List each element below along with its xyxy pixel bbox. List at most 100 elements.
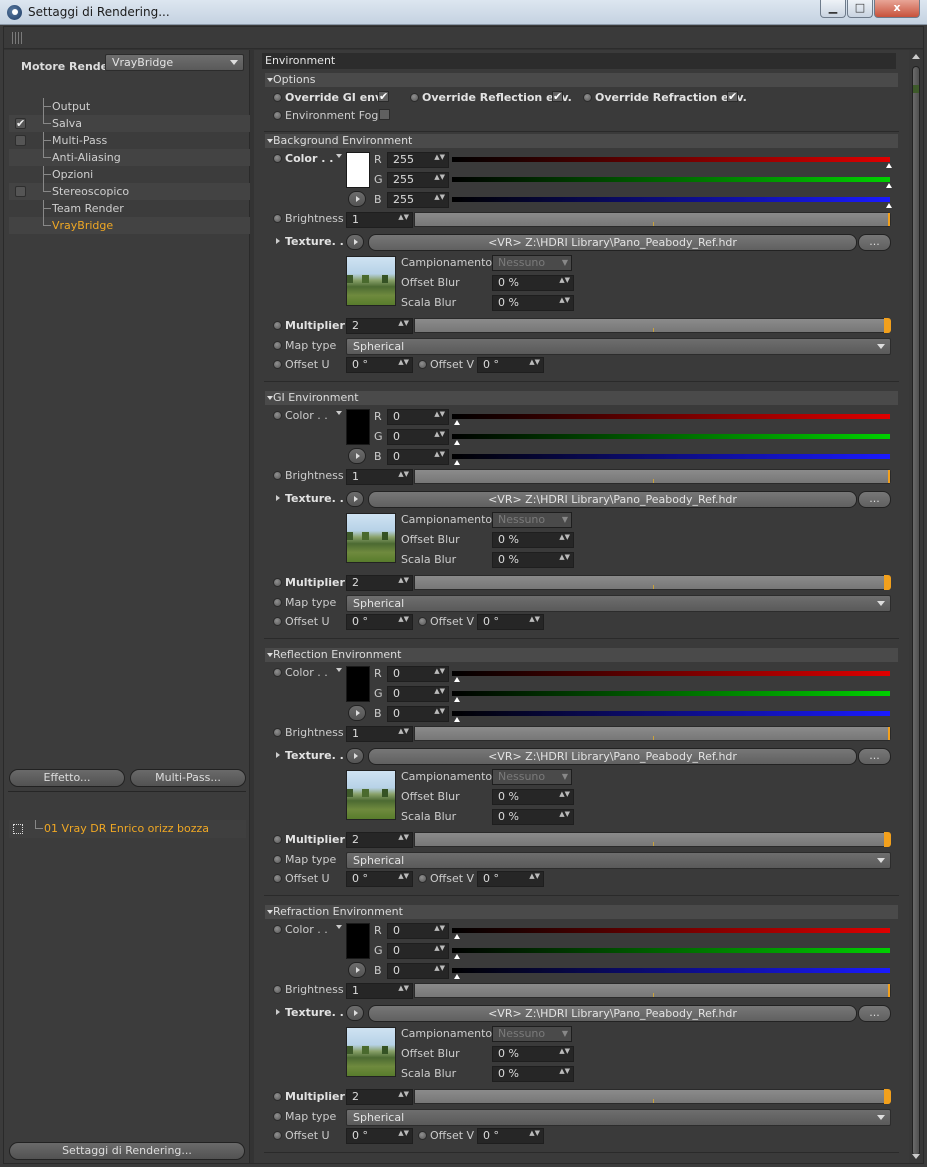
offset-blur-input[interactable]: 0 % ▲▼ <box>492 789 574 805</box>
spinner-arrows-icon[interactable]: ▲▼ <box>398 577 409 584</box>
slider-knob-icon[interactable] <box>886 203 892 208</box>
spinner-arrows-icon[interactable]: ▲▼ <box>398 320 409 327</box>
spinner-arrows-icon[interactable]: ▲▼ <box>559 277 570 284</box>
animation-radio-icon[interactable] <box>418 617 427 626</box>
offset-u-input[interactable]: 0 ° ▲▼ <box>346 357 413 373</box>
color-mode-button[interactable] <box>348 191 366 207</box>
red-input[interactable]: 0 ▲▼ <box>387 923 449 939</box>
enable-checkbox[interactable]: ✔ <box>15 118 26 129</box>
scrollbar-thumb[interactable] <box>912 66 927 1156</box>
spinner-arrows-icon[interactable]: ▲▼ <box>559 554 570 561</box>
vertical-scrollbar[interactable] <box>909 50 927 1163</box>
spinner-arrows-icon[interactable]: ▲▼ <box>398 359 409 366</box>
campionamento-dropdown[interactable]: Nessuno ▼ <box>492 1026 572 1042</box>
offset-u-input[interactable]: 0 ° ▲▼ <box>346 1128 413 1144</box>
brightness-slider[interactable] <box>414 726 891 741</box>
override-gi-checkbox[interactable]: ✔ <box>378 91 389 102</box>
green-slider[interactable] <box>452 691 890 702</box>
scala-blur-input[interactable]: 0 % ▲▼ <box>492 809 574 825</box>
animation-radio-icon[interactable] <box>273 154 282 163</box>
scala-blur-input[interactable]: 0 % ▲▼ <box>492 552 574 568</box>
animation-radio-icon[interactable] <box>273 471 282 480</box>
slider-knob-icon[interactable] <box>454 460 460 465</box>
color-menu-triangle-icon[interactable] <box>336 411 342 415</box>
spinner-arrows-icon[interactable]: ▲▼ <box>434 194 445 201</box>
animation-radio-icon[interactable] <box>273 1131 282 1140</box>
animation-radio-icon[interactable] <box>418 874 427 883</box>
texture-path-button[interactable]: <VR> Z:\HDRI Library\Pano_Peabody_Ref.hd… <box>368 234 857 251</box>
spinner-arrows-icon[interactable]: ▲▼ <box>398 834 409 841</box>
spinner-arrows-icon[interactable]: ▲▼ <box>434 451 445 458</box>
texture-path-button[interactable]: <VR> Z:\HDRI Library\Pano_Peabody_Ref.hd… <box>368 1005 857 1022</box>
green-input[interactable]: 0 ▲▼ <box>387 429 449 445</box>
texture-menu-button[interactable] <box>346 1005 364 1021</box>
override-reflection-checkbox[interactable]: ✔ <box>552 91 563 102</box>
spinner-arrows-icon[interactable]: ▲▼ <box>398 471 409 478</box>
maximize-button[interactable]: □ <box>847 0 873 18</box>
campionamento-dropdown[interactable]: Nessuno ▼ <box>492 769 572 785</box>
section-header[interactable]: Reflection Environment <box>265 648 898 662</box>
animation-radio-icon[interactable] <box>273 925 282 934</box>
expand-triangle-icon[interactable] <box>276 1009 280 1015</box>
tree-item-2[interactable]: Multi-Pass <box>9 132 250 149</box>
campionamento-dropdown[interactable]: Nessuno ▼ <box>492 512 572 528</box>
texture-menu-button[interactable] <box>346 491 364 507</box>
offset-v-input[interactable]: 0 ° ▲▼ <box>477 1128 544 1144</box>
slider-knob-icon[interactable] <box>454 440 460 445</box>
spinner-arrows-icon[interactable]: ▲▼ <box>434 688 445 695</box>
multipass-button[interactable]: Multi-Pass... <box>130 769 246 787</box>
animation-radio-icon[interactable] <box>418 1131 427 1140</box>
override-refraction-checkbox[interactable]: ✔ <box>727 91 738 102</box>
offset-v-input[interactable]: 0 ° ▲▼ <box>477 871 544 887</box>
animation-radio-icon[interactable] <box>273 360 282 369</box>
multiplier-slider[interactable] <box>414 1089 891 1104</box>
multiplier-input[interactable]: 2 ▲▼ <box>346 575 413 591</box>
section-header[interactable]: Refraction Environment <box>265 905 898 919</box>
map-type-dropdown[interactable]: Spherical <box>346 1109 891 1126</box>
scroll-down-arrow-icon[interactable] <box>912 1154 920 1159</box>
tree-item-3[interactable]: Anti-Aliasing <box>9 149 250 166</box>
spinner-arrows-icon[interactable]: ▲▼ <box>529 1130 540 1137</box>
scroll-up-arrow-icon[interactable] <box>912 54 920 59</box>
blue-slider[interactable] <box>452 197 892 208</box>
brightness-slider[interactable] <box>414 469 891 484</box>
browse-button[interactable]: ... <box>858 491 891 508</box>
tree-item-4[interactable]: Opzioni <box>9 166 250 183</box>
spinner-arrows-icon[interactable]: ▲▼ <box>559 811 570 818</box>
color-swatch[interactable] <box>346 666 370 702</box>
slider-knob-icon[interactable] <box>454 697 460 702</box>
red-input[interactable]: 0 ▲▼ <box>387 409 449 425</box>
color-swatch[interactable] <box>346 923 370 959</box>
offset-v-input[interactable]: 0 ° ▲▼ <box>477 357 544 373</box>
animation-radio-icon[interactable] <box>273 617 282 626</box>
animation-radio-icon[interactable] <box>273 321 282 330</box>
spinner-arrows-icon[interactable]: ▲▼ <box>559 534 570 541</box>
spinner-arrows-icon[interactable]: ▲▼ <box>398 728 409 735</box>
offset-u-input[interactable]: 0 ° ▲▼ <box>346 871 413 887</box>
blue-slider[interactable] <box>452 454 890 465</box>
blue-input[interactable]: 0 ▲▼ <box>387 706 449 722</box>
green-input[interactable]: 0 ▲▼ <box>387 943 449 959</box>
offset-blur-input[interactable]: 0 % ▲▼ <box>492 275 574 291</box>
color-mode-button[interactable] <box>348 962 366 978</box>
animation-radio-icon[interactable] <box>273 1112 282 1121</box>
spinner-arrows-icon[interactable]: ▲▼ <box>434 174 445 181</box>
blue-slider[interactable] <box>452 711 890 722</box>
green-slider[interactable] <box>452 434 890 445</box>
animation-radio-icon[interactable] <box>273 578 282 587</box>
red-slider[interactable] <box>452 414 890 425</box>
browse-button[interactable]: ... <box>858 748 891 765</box>
offset-blur-input[interactable]: 0 % ▲▼ <box>492 532 574 548</box>
slider-knob-icon[interactable] <box>454 954 460 959</box>
spinner-arrows-icon[interactable]: ▲▼ <box>434 708 445 715</box>
multiplier-slider[interactable] <box>414 832 891 847</box>
offset-v-input[interactable]: 0 ° ▲▼ <box>477 614 544 630</box>
animation-radio-icon[interactable] <box>273 728 282 737</box>
spinner-arrows-icon[interactable]: ▲▼ <box>434 945 445 952</box>
texture-path-button[interactable]: <VR> Z:\HDRI Library\Pano_Peabody_Ref.hd… <box>368 748 857 765</box>
minimize-button[interactable]: ▁ <box>820 0 846 18</box>
slider-knob-icon[interactable] <box>454 677 460 682</box>
tree-item-7[interactable]: VrayBridge <box>9 217 250 234</box>
spinner-arrows-icon[interactable]: ▲▼ <box>559 297 570 304</box>
expand-triangle-icon[interactable] <box>276 752 280 758</box>
